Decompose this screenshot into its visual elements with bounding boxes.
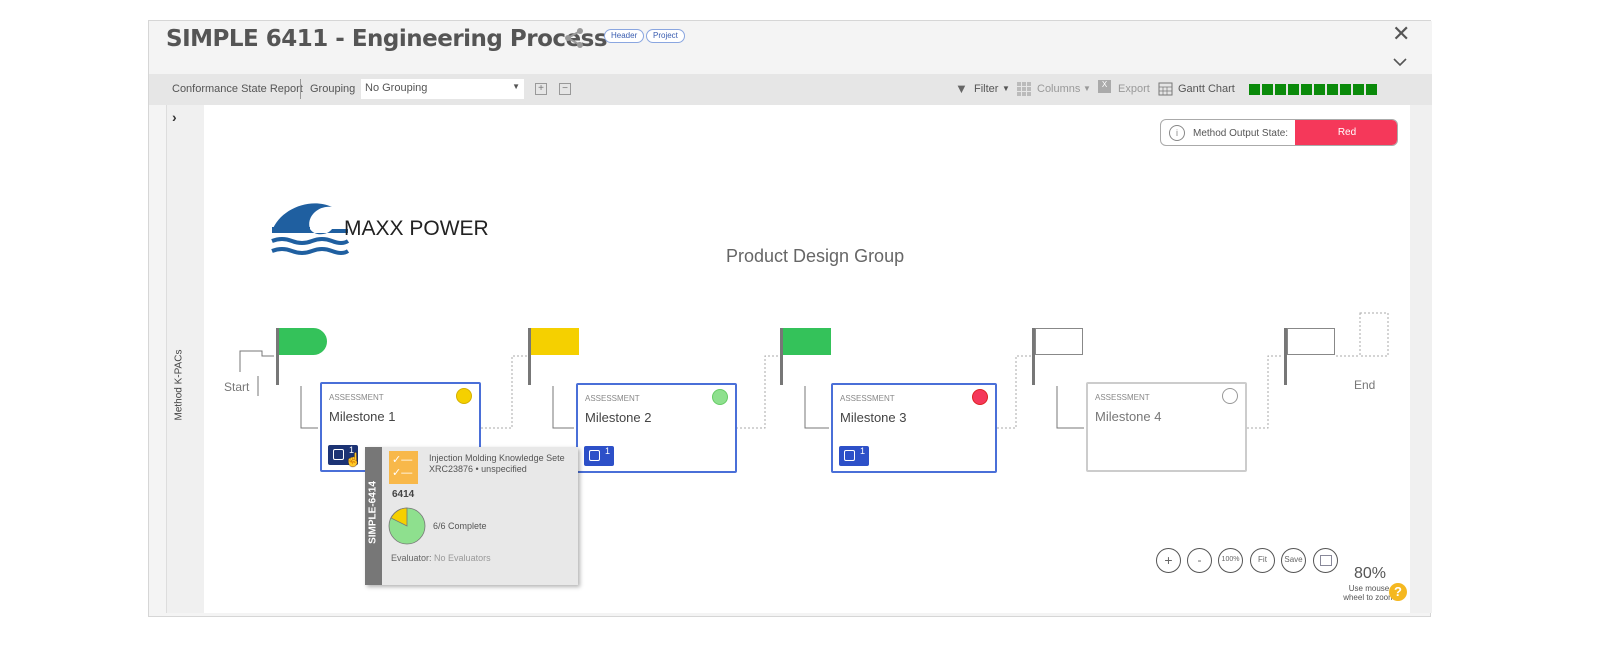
milestone-flag-icon[interactable]	[279, 328, 327, 355]
card-name: Milestone 3	[840, 410, 907, 425]
evaluator: Evaluator: No Evaluators	[391, 553, 491, 563]
end-label: End	[1354, 378, 1376, 392]
help-icon[interactable]: ?	[1389, 583, 1407, 601]
milestone-flag-icon[interactable]	[1035, 328, 1083, 355]
tooltip-side-stripe: SIMPLE-6414	[365, 447, 382, 585]
hand-cursor-icon: ☝	[345, 452, 362, 467]
checklist-icon	[844, 450, 855, 461]
completion-text: 6/6 Complete	[433, 521, 487, 531]
checklist-icon	[333, 449, 344, 460]
kpac-count: 1	[605, 446, 611, 456]
kpac-tooltip: SIMPLE-6414 ✓— ✓— Injection Molding Knowl…	[365, 447, 578, 585]
card-type: ASSESSMENT	[585, 394, 640, 403]
milestone-flag-icon[interactable]	[783, 328, 831, 355]
milestone-flag-icon[interactable]	[1287, 328, 1335, 355]
kpac-button[interactable]: 1	[839, 446, 869, 466]
zoom-level: 80%	[1354, 565, 1387, 582]
kpac-button[interactable]: 1	[584, 446, 614, 466]
card-type: ASSESSMENT	[329, 393, 384, 402]
tooltip-title: Injection Molding Knowledge Sete	[429, 453, 565, 463]
process-connectors	[239, 312, 1389, 429]
layout-icon	[1319, 555, 1332, 566]
checklist-icon: ✓— ✓—	[389, 451, 418, 484]
status-dot	[712, 389, 728, 405]
start-label: Start	[224, 380, 250, 394]
evaluator-label: Evaluator:	[391, 553, 432, 563]
status-dot	[456, 388, 472, 404]
save-button[interactable]: Save	[1281, 548, 1306, 573]
milestone-flag-icon[interactable]	[531, 328, 579, 355]
milestone-card[interactable]: ASSESSMENT Milestone 2 1	[576, 383, 737, 473]
zoom-100-button[interactable]: 100%	[1218, 548, 1243, 573]
card-name: Milestone 4	[1095, 409, 1162, 424]
tooltip-id: 6414	[392, 489, 415, 500]
kpac-count: 1	[860, 446, 866, 456]
zoom-in-button[interactable]: +	[1156, 548, 1181, 573]
layout-button[interactable]	[1313, 548, 1338, 573]
fit-button[interactable]: Fit	[1250, 548, 1275, 573]
tooltip-subtitle: XRC23876 • unspecified	[429, 464, 527, 474]
card-name: Milestone 1	[329, 409, 396, 424]
milestone-card[interactable]: ASSESSMENT Milestone 3 1	[831, 383, 997, 473]
checklist-icon	[589, 450, 600, 461]
status-dot	[1222, 388, 1238, 404]
card-type: ASSESSMENT	[840, 394, 895, 403]
card-type: ASSESSMENT	[1095, 393, 1150, 402]
status-dot	[972, 389, 988, 405]
zoom-out-button[interactable]: -	[1187, 548, 1212, 573]
completion-pie-icon	[388, 507, 426, 545]
tooltip-side-label: SIMPLE-6414	[367, 481, 379, 544]
card-name: Milestone 2	[585, 410, 652, 425]
milestone-card[interactable]: ASSESSMENT Milestone 4	[1086, 382, 1247, 472]
evaluator-value: No Evaluators	[434, 553, 491, 563]
